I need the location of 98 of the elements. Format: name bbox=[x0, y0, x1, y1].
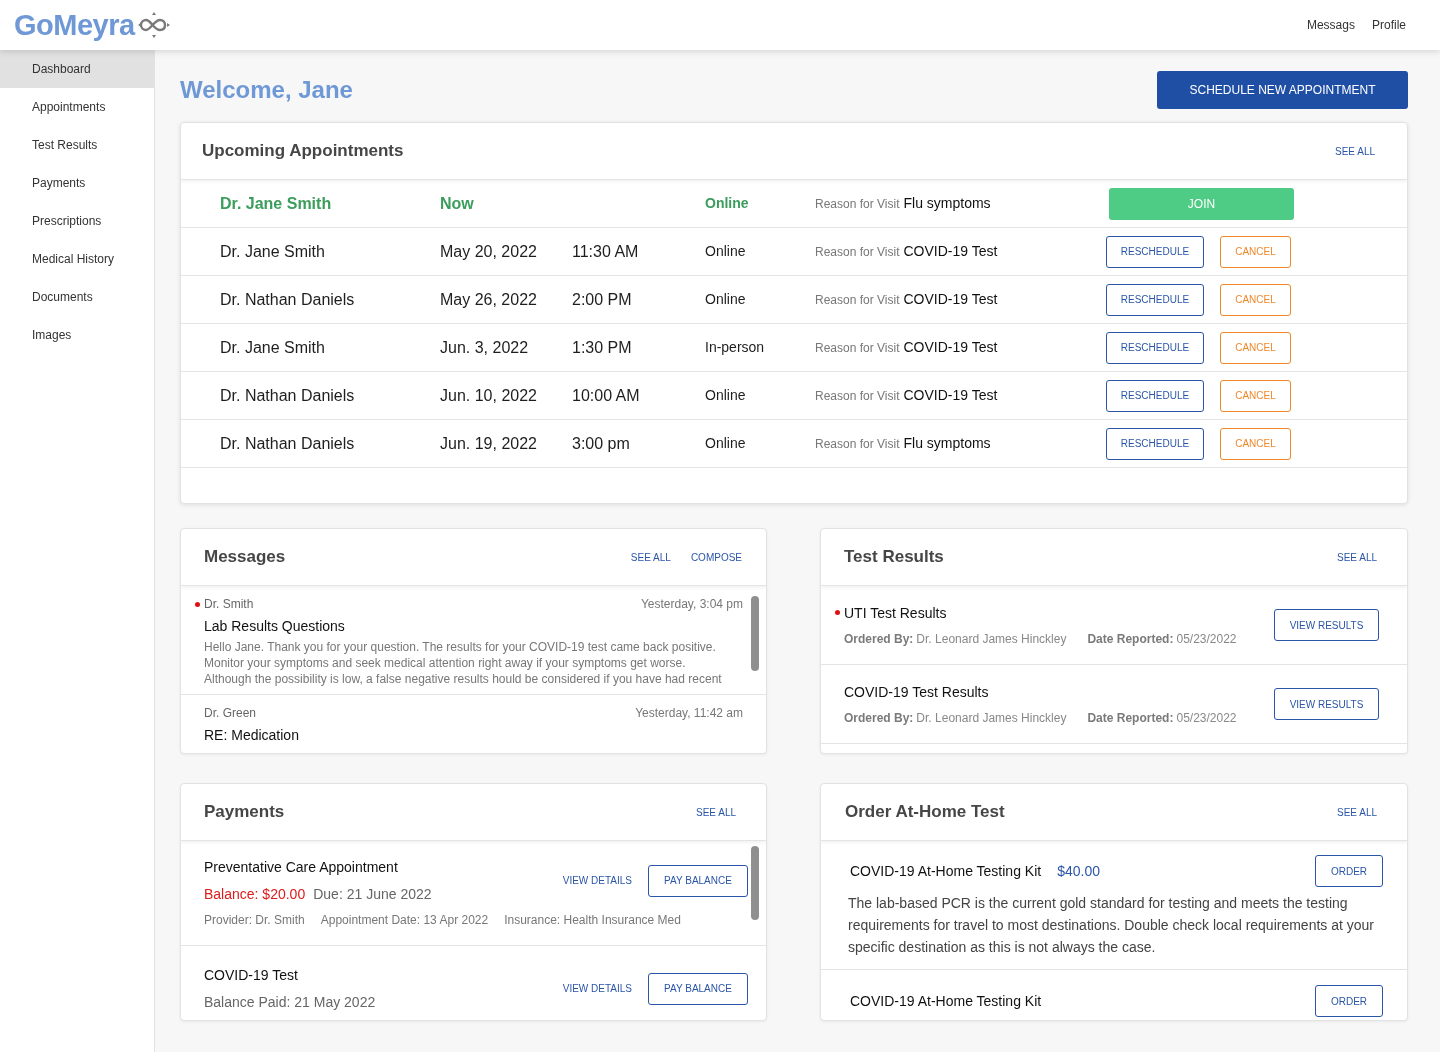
scrollbar-thumb[interactable] bbox=[751, 846, 759, 920]
order-button[interactable]: ORDER bbox=[1315, 855, 1383, 887]
card-title: Test Results bbox=[844, 546, 944, 569]
logo-wordmark: GoMeyra bbox=[14, 10, 135, 40]
nav-link[interactable]: Messags bbox=[1306, 16, 1355, 34]
sidebar-item[interactable]: Dashboard bbox=[0, 50, 154, 88]
visit-mode: Online bbox=[705, 194, 750, 213]
appointment-time: 1:30 PM bbox=[572, 338, 632, 356]
kit-name: COVID-19 At-Home Testing Kit bbox=[850, 991, 1042, 1011]
reason-label: Reason for Visit bbox=[815, 388, 900, 405]
pay-balance-button[interactable]: PAY BALANCE bbox=[648, 972, 748, 1005]
view-details-link[interactable]: VIEW DETAILS bbox=[562, 873, 632, 888]
reschedule-button[interactable]: RESCHEDULE bbox=[1106, 331, 1204, 364]
kit-description: The lab-based PCR is the current gold standard for testing and meets the testing requirements for travel to most destinations. Double check local requirements at your specific destination as this is not always the case. bbox=[848, 894, 1376, 957]
payment-detail: Provider: Dr. Smith bbox=[204, 912, 305, 928]
card-title: Upcoming Appointments bbox=[202, 140, 404, 163]
reschedule-button[interactable]: RESCHEDULE bbox=[1106, 427, 1204, 460]
appointment-time: 11:30 AM bbox=[572, 242, 639, 260]
nav-link[interactable]: Profile bbox=[1372, 16, 1406, 34]
balance-due: Balance: $20.00 bbox=[204, 885, 306, 903]
scrollbar-thumb[interactable] bbox=[751, 596, 759, 671]
message-item[interactable]: Dr. Green Yesterday, 11:42 am RE: Medication bbox=[181, 695, 766, 744]
appointment-time: 10:00 AM bbox=[572, 386, 640, 404]
message-time: Yesterday, 11:42 am bbox=[635, 705, 743, 721]
payment-title: COVID-19 Test bbox=[204, 966, 299, 984]
visit-mode: Online bbox=[705, 434, 747, 453]
appointment-date: May 20, 2022 bbox=[440, 241, 538, 262]
reason-value: COVID-19 Test bbox=[903, 242, 998, 261]
card-title: Payments bbox=[204, 801, 285, 824]
message-sender: Dr. Smith bbox=[204, 596, 254, 612]
date-reported-label: Date Reported: bbox=[1087, 630, 1174, 647]
doctor-name: Dr. Nathan Daniels bbox=[220, 433, 356, 454]
date-reported-value: 05/23/2022 bbox=[1176, 630, 1237, 647]
appointment-date: Jun. 19, 2022 bbox=[440, 433, 538, 454]
kit-name: COVID-19 At-Home Testing Kit bbox=[850, 861, 1042, 881]
reason-label: Reason for Visit bbox=[815, 196, 900, 213]
message-preview: Hello Jane. Thank you for your question. The results for your COVID-19 test came back positive. Monitor your symptoms and seek medical attention right away if your symptoms get worse. Although the possibility is low, a false negative results hould be considered if you have had recent bbox=[204, 639, 723, 687]
reason-value: COVID-19 Test bbox=[903, 338, 998, 357]
ordered-by-value: Dr. Leonard James Hinckley bbox=[916, 630, 1067, 647]
doctor-name: Dr. Nathan Daniels bbox=[220, 289, 356, 310]
kit-price: $40.00 bbox=[1057, 861, 1100, 881]
reason-value: COVID-19 Test bbox=[903, 290, 998, 309]
appointment-date: Now bbox=[440, 193, 475, 214]
reason-value: COVID-19 Test bbox=[903, 386, 998, 405]
see-all-link[interactable]: SEE ALL bbox=[630, 549, 671, 565]
reason-value: Flu symptoms bbox=[903, 194, 991, 213]
appointment-date: Jun. 3, 2022 bbox=[440, 337, 530, 358]
message-subject: RE: Medication bbox=[204, 726, 300, 744]
appointment-date: May 26, 2022 bbox=[440, 289, 538, 310]
card-title: Order At-Home Test bbox=[845, 801, 1005, 824]
infinity-logo-icon bbox=[136, 11, 171, 39]
schedule-appointment-button[interactable]: SCHEDULE NEW APPOINTMENT bbox=[1157, 71, 1408, 109]
date-reported-value: 05/23/2022 bbox=[1176, 709, 1237, 726]
reschedule-button[interactable]: RESCHEDULE bbox=[1106, 379, 1204, 412]
card-title: Messages bbox=[204, 546, 286, 569]
view-details-link[interactable]: VIEW DETAILS bbox=[562, 981, 632, 996]
ordered-by-label: Ordered By: bbox=[844, 709, 914, 726]
visit-mode: Online bbox=[705, 242, 747, 261]
test-name: COVID-19 Test Results bbox=[844, 682, 989, 701]
see-all-link[interactable]: SEE ALL bbox=[695, 804, 736, 820]
view-results-button[interactable]: VIEW RESULTS bbox=[1274, 688, 1379, 720]
pay-balance-button[interactable]: PAY BALANCE bbox=[648, 864, 748, 897]
see-all-link[interactable]: SEE ALL bbox=[1336, 549, 1377, 565]
doctor-name: Dr. Jane Smith bbox=[220, 337, 326, 358]
doctor-name: Dr. Jane Smith bbox=[220, 193, 333, 214]
reason-value: Flu symptoms bbox=[903, 434, 991, 453]
appointment-date: Jun. 10, 2022 bbox=[440, 385, 538, 406]
visit-mode: Online bbox=[705, 386, 747, 405]
balance-paid: Balance Paid: 21 May 2022 bbox=[204, 993, 376, 1011]
reason-label: Reason for Visit bbox=[815, 340, 900, 357]
doctor-name: Dr. Jane Smith bbox=[220, 241, 326, 262]
appointment-time: 3:00 pm bbox=[572, 434, 630, 452]
visit-mode: Online bbox=[705, 290, 747, 309]
test-name: UTI Test Results bbox=[844, 603, 947, 622]
reason-label: Reason for Visit bbox=[815, 436, 900, 453]
reason-label: Reason for Visit bbox=[815, 244, 900, 261]
visit-mode: In-person bbox=[705, 338, 766, 357]
compose-link[interactable]: COMPOSE bbox=[690, 549, 742, 565]
reason-label: Reason for Visit bbox=[815, 292, 900, 309]
reschedule-button[interactable]: RESCHEDULE bbox=[1106, 235, 1204, 268]
ordered-by-value: Dr. Leonard James Hinckley bbox=[916, 709, 1067, 726]
reschedule-button[interactable]: RESCHEDULE bbox=[1106, 283, 1204, 316]
message-sender: Dr. Green bbox=[204, 705, 257, 721]
payment-title: Preventative Care Appointment bbox=[204, 858, 399, 876]
message-time: Yesterday, 3:04 pm bbox=[640, 596, 743, 612]
payment-detail: Appointment Date: 13 Apr 2022 bbox=[320, 912, 489, 928]
appointment-time: 2:00 PM bbox=[572, 290, 632, 308]
payment-detail: Insurance: Health Insurance Med bbox=[504, 912, 681, 928]
ordered-by-label: Ordered By: bbox=[844, 630, 914, 647]
due-date: Due: 21 June 2022 bbox=[313, 885, 432, 903]
message-subject: Lab Results Questions bbox=[204, 617, 346, 635]
date-reported-label: Date Reported: bbox=[1087, 709, 1174, 726]
order-button[interactable]: ORDER bbox=[1315, 985, 1383, 1017]
view-results-button[interactable]: VIEW RESULTS bbox=[1274, 609, 1379, 641]
welcome-heading: Welcome, Jane bbox=[180, 75, 353, 105]
doctor-name: Dr. Nathan Daniels bbox=[220, 385, 356, 406]
see-all-link[interactable]: SEE ALL bbox=[1336, 804, 1377, 820]
see-all-link[interactable]: SEE ALL bbox=[1334, 143, 1375, 159]
